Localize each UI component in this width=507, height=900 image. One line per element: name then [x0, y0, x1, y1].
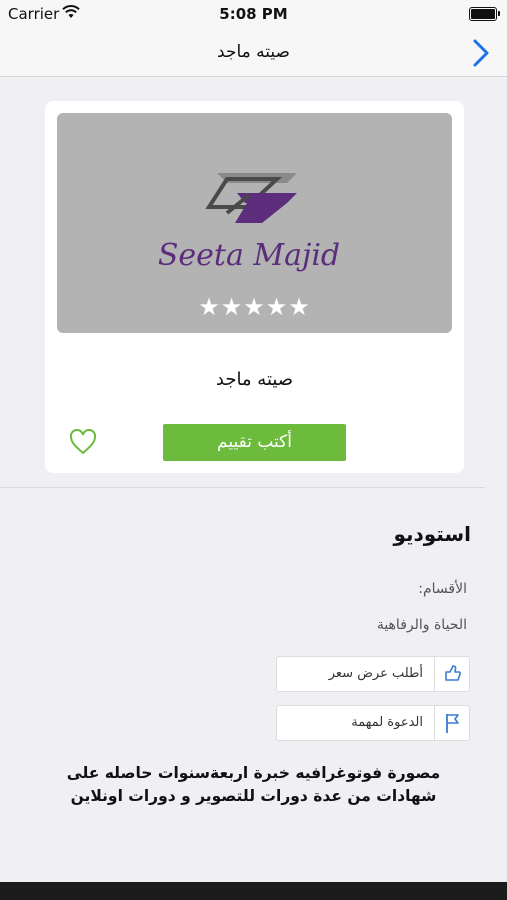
page-title: صيته ماجد — [217, 42, 290, 62]
status-bar: Carrier 5:08 PM — [0, 0, 507, 28]
invite-to-task-label: الدعوة لمهمة — [351, 715, 423, 730]
thumbs-up-icon — [434, 657, 469, 691]
studio-description: مصورة فوتوغرافيه خبرة اربعةسنوات حاصله ع… — [66, 764, 441, 805]
invite-to-task-button[interactable]: الدعوة لمهمة — [276, 705, 470, 741]
studio-card: Seeta Majid ★★★★★ صيته ماجد أكتب تقييم — [45, 101, 464, 473]
status-time: 5:08 PM — [219, 5, 288, 23]
categories-value: الحياة والرفاهية — [376, 617, 467, 633]
write-review-button[interactable]: أكتب تقييم — [163, 424, 346, 461]
logo-text: Seeta Majid — [158, 238, 340, 273]
chevron-right-icon[interactable] — [469, 39, 493, 67]
section-title: استوديو — [393, 522, 471, 546]
navigation-bar: صيته ماجد — [0, 28, 507, 77]
rating-stars: ★★★★★ — [198, 293, 311, 321]
flag-icon — [434, 706, 469, 740]
bottom-bar — [0, 882, 507, 900]
studio-name: صيته ماجد — [215, 369, 294, 390]
studio-logo: Seeta Majid — [158, 173, 340, 273]
categories-label: الأقسام: — [418, 581, 467, 597]
request-quote-button[interactable]: أطلب عرض سعر — [276, 656, 470, 692]
section-divider — [0, 487, 485, 488]
battery-icon — [469, 7, 500, 21]
heart-outline-icon[interactable] — [69, 429, 97, 455]
studio-banner-image: Seeta Majid ★★★★★ — [57, 113, 452, 333]
request-quote-label: أطلب عرض سعر — [328, 666, 423, 681]
